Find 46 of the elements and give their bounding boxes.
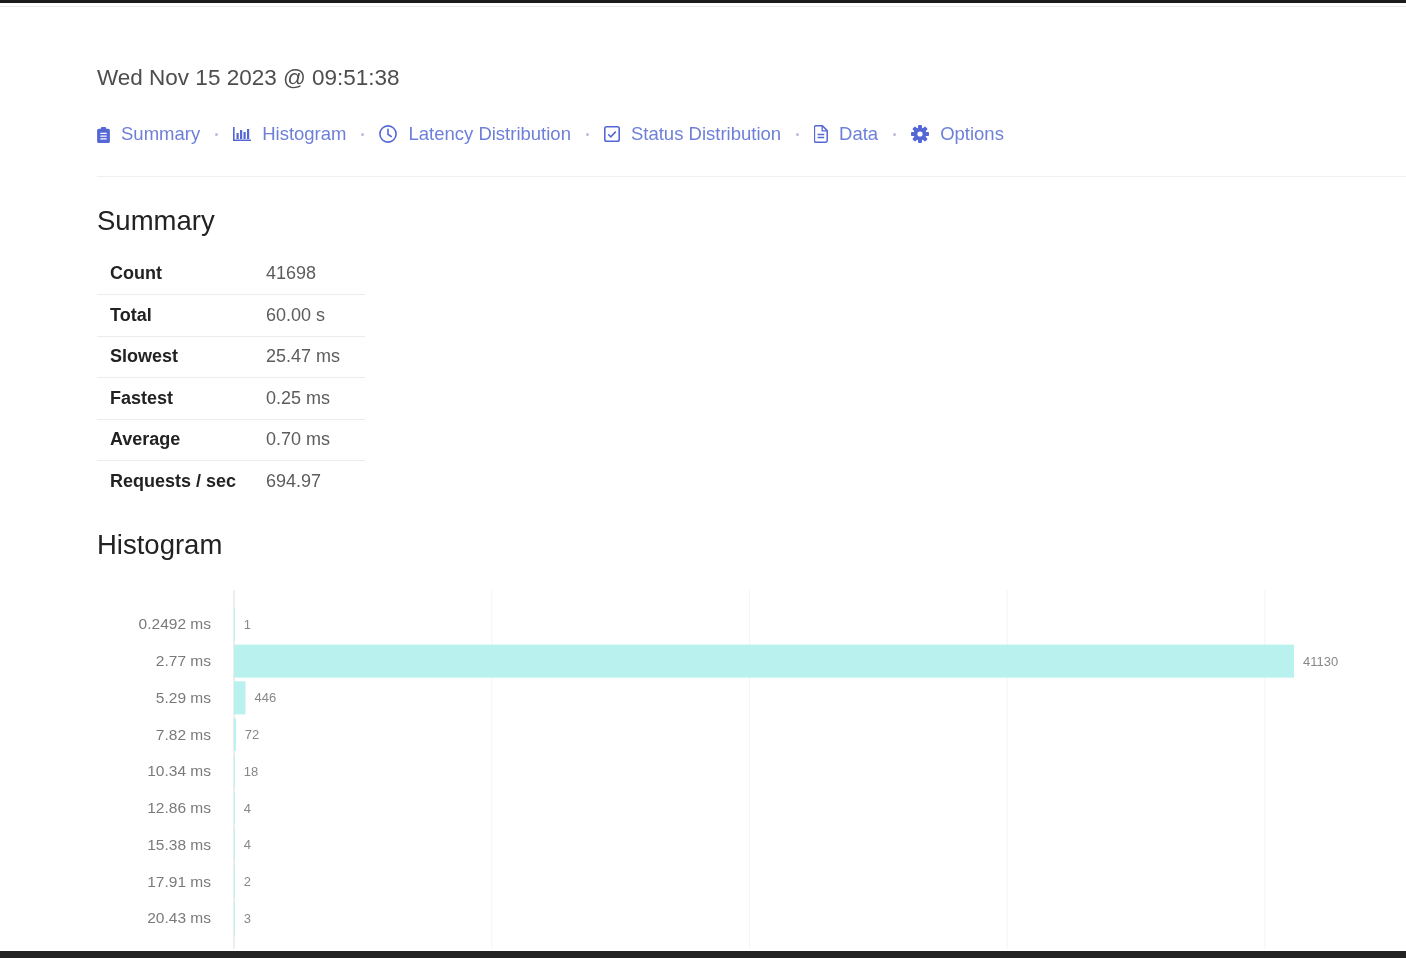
section-heading: Summary (97, 205, 215, 237)
bucket-label: 0.2492 ms (138, 615, 211, 633)
bucket-label: 17.91 ms (147, 872, 211, 890)
stat-label: Requests / sec (110, 471, 237, 492)
document-icon (814, 125, 829, 143)
section-heading: Histogram (97, 529, 223, 561)
stat-label: Average (110, 429, 181, 451)
bar-value-label: 3 (243, 910, 252, 926)
nav-link[interactable]: Histogram (233, 123, 347, 145)
nav-link[interactable]: Data (814, 123, 879, 145)
stat-label: Total (110, 304, 152, 326)
histogram-bar (234, 681, 246, 715)
bucket-label: 15.38 ms (147, 835, 211, 853)
bar-value-label: 41130 (1303, 653, 1339, 669)
stat-value: 694.97 (266, 471, 322, 492)
bar-value-label: 4 (243, 800, 252, 816)
bar-value-label: 446 (254, 690, 277, 706)
bucket-label: 10.34 ms (147, 762, 211, 780)
stat-value: 0.70 ms (266, 429, 331, 451)
bucket-label: 5.29 ms (155, 688, 211, 706)
bar-chart-icon (233, 127, 252, 141)
stat-value: 0.25 ms (266, 387, 331, 409)
stat-value: 60.00 s (266, 304, 326, 326)
gear-icon (911, 125, 930, 143)
checkbox-icon (603, 126, 620, 142)
bar-value-label: 18 (243, 763, 259, 779)
bar-value-label: 2 (243, 874, 252, 890)
report-date: Wed Nov 15 2023 @ 09:51:38 (97, 65, 400, 91)
stat-label: Fastest (110, 387, 174, 409)
stat-label: Slowest (110, 346, 179, 368)
stat-value: 41698 (266, 263, 317, 284)
bucket-label: 7.82 ms (155, 725, 211, 743)
bar-value-label: 1 (243, 616, 252, 632)
stat-label: Count (110, 263, 162, 284)
bar-value-label: 72 (244, 727, 260, 743)
bucket-label: 2.77 ms (155, 652, 211, 670)
nav-link[interactable]: Status Distribution (603, 123, 782, 145)
clipboard-icon (97, 125, 110, 143)
nav-link[interactable]: Options (911, 123, 1004, 145)
nav-link[interactable]: Latency Distribution (379, 123, 571, 145)
clock-icon (379, 125, 398, 143)
stat-value: 25.47 ms (266, 346, 341, 368)
nav-link[interactable]: Summary (97, 123, 201, 145)
bucket-label: 12.86 ms (147, 799, 211, 817)
bucket-label: 20.43 ms (147, 909, 211, 927)
bar-value-label: 4 (243, 837, 252, 853)
